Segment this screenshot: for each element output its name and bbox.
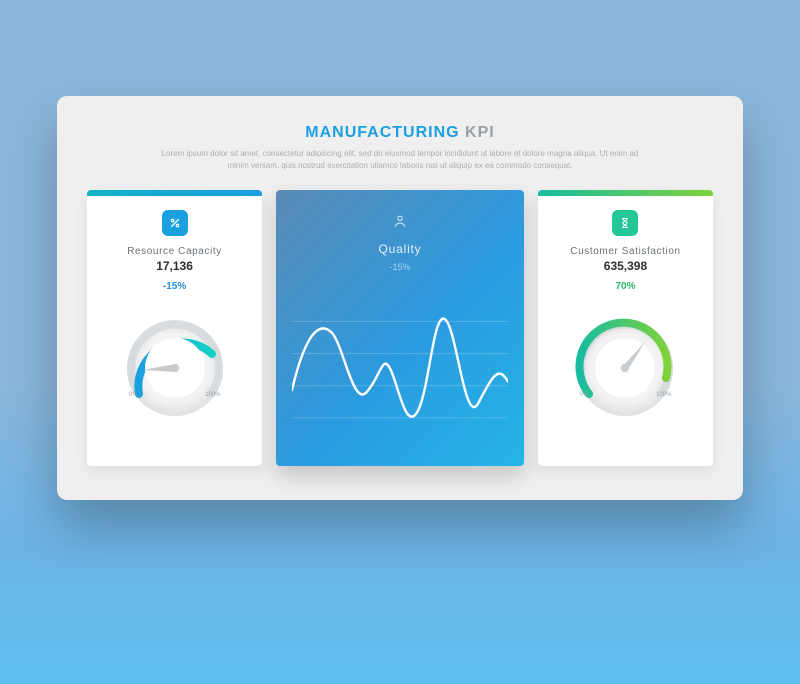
hourglass-icon: [612, 210, 638, 236]
percent-icon: [162, 210, 188, 236]
gauge-min: 0%: [129, 392, 138, 398]
card-customer-satisfaction: Customer Satisfaction 635,398 70%: [538, 190, 713, 466]
page-title: MANUFACTURING KPI: [305, 124, 494, 142]
title-first: MANUFACTURING: [305, 124, 459, 141]
card-quality: Quality -15%: [276, 190, 524, 466]
gauge-ticks: 0% 100%: [115, 392, 235, 398]
gauge-max: 100%: [656, 392, 671, 398]
card-percent: -15%: [390, 262, 411, 272]
card-accent-bar: [87, 190, 262, 196]
dashboard-panel: MANUFACTURING KPI Lorem ipsum dolor sit …: [57, 96, 743, 500]
card-value: 635,398: [604, 259, 647, 273]
card-label: Customer Satisfaction: [570, 246, 680, 257]
gauge-resource: 0% 100%: [115, 306, 235, 426]
cards-row: Resource Capacity 17,136 -15%: [87, 190, 713, 466]
card-percent: 70%: [615, 281, 635, 292]
card-label: Resource Capacity: [127, 246, 222, 257]
line-chart-quality: [276, 300, 524, 450]
card-percent: -15%: [163, 281, 186, 292]
card-value: 17,136: [156, 259, 193, 273]
title-second: KPI: [465, 124, 495, 141]
card-resource-capacity: Resource Capacity 17,136 -15%: [87, 190, 262, 466]
card-label: Quality: [379, 242, 422, 256]
user-icon: [387, 208, 413, 234]
gauge-ticks: 0% 100%: [565, 392, 685, 398]
gauge-satisfaction: 0% 100%: [565, 306, 685, 426]
gauge-min: 0%: [579, 392, 588, 398]
page-subtitle: Lorem ipsum dolor sit amet, consectetur …: [160, 148, 640, 172]
card-accent-bar: [538, 190, 713, 196]
gauge-max: 100%: [205, 392, 220, 398]
